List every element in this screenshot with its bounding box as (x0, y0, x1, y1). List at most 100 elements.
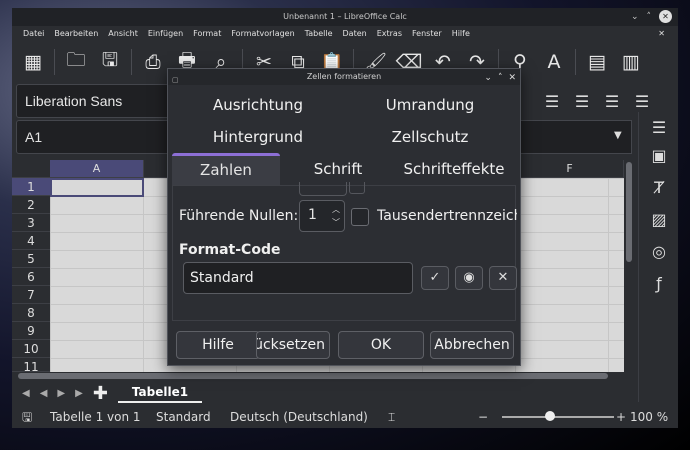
zoom-slider-knob[interactable] (545, 411, 555, 421)
tab-hintergrund[interactable]: Hintergrund (172, 121, 344, 153)
name-box[interactable]: A1 (16, 120, 176, 154)
format-code-input[interactable]: Standard (183, 262, 413, 294)
column-icon[interactable]: ▥ (616, 47, 646, 77)
open-folder-icon[interactable]: 🗀 (61, 47, 91, 77)
menu-format[interactable]: Format (188, 26, 226, 42)
font-name-box[interactable]: Liberation Sans (16, 84, 176, 118)
align-center-icon[interactable]: ☰ (572, 92, 592, 111)
menu-bearbeiten[interactable]: Bearbeiten (49, 26, 103, 42)
tab-schrifteffekte[interactable]: Schrifteffekte (392, 153, 516, 185)
vertical-scrollbar[interactable] (624, 160, 634, 372)
row-header[interactable]: 10 (12, 340, 50, 358)
first-sheet-icon[interactable]: ◀ (22, 388, 30, 399)
row-header[interactable]: 2 (12, 196, 50, 214)
menu-hilfe[interactable]: Hilfe (447, 26, 475, 42)
pdf-export-icon[interactable]: ⎙ (138, 47, 168, 77)
close-icon[interactable]: ✕ (508, 70, 516, 86)
numbers-tab-panel: Führende Nullen: 1 ︿ ﹀ Tausendertrennzei… (172, 182, 517, 321)
scroll-thumb[interactable] (626, 162, 632, 262)
row-header[interactable]: 7 (12, 286, 50, 304)
row-header[interactable]: 8 (12, 304, 50, 322)
menu-ansicht[interactable]: Ansicht (103, 26, 143, 42)
zoom-level[interactable]: 100 % (630, 406, 668, 428)
accept-checkmark-icon[interactable]: ✓ (421, 266, 449, 290)
maximize-icon[interactable]: ˄ (498, 70, 503, 86)
menu-daten[interactable]: Daten (338, 26, 372, 42)
tab-schrift[interactable]: Schrift (284, 153, 392, 185)
styles-icon[interactable]: Ⱦ (649, 178, 669, 197)
menu-datei[interactable]: Datei (18, 26, 49, 42)
menu-tabelle[interactable]: Tabelle (300, 26, 338, 42)
tab-ausrichtung[interactable]: Ausrichtung (172, 89, 344, 121)
menu-extras[interactable]: Extras (372, 26, 407, 42)
ok-button[interactable]: OK (338, 331, 424, 359)
prev-sheet-icon[interactable]: ◀ (40, 388, 48, 399)
leading-zeros-value[interactable]: 1 (308, 207, 317, 223)
column-header[interactable]: A (50, 160, 144, 178)
row-header[interactable]: 5 (12, 250, 50, 268)
delete-format-icon[interactable]: ✕ (489, 266, 517, 290)
next-sheet-icon[interactable]: ▶ (57, 388, 65, 399)
sheet-tab[interactable]: Tabelle1 (117, 383, 203, 403)
menu-bar: Datei Bearbeiten Ansicht Einfügen Format… (12, 26, 678, 42)
spelling-icon[interactable]: A (539, 47, 569, 77)
scroll-thumb[interactable] (18, 373, 608, 379)
thousands-separator-label[interactable]: Tausendertrennzeichen (377, 208, 517, 224)
help-button[interactable]: Hilfe (176, 331, 260, 359)
minimize-icon[interactable]: ⌄ (484, 70, 492, 86)
expand-formula-icon[interactable]: ▼ (614, 130, 622, 141)
alignment-toolbar: ☰ ☰ ☰ ☰ (542, 84, 652, 118)
row-header[interactable]: 11 (12, 358, 50, 372)
preview-eye-icon[interactable]: ◉ (455, 266, 483, 290)
tab-zellschutz[interactable]: Zellschutz (344, 121, 516, 153)
tab-row: Ausrichtung Umrandung (172, 89, 516, 121)
table-icon[interactable]: ▦ (18, 47, 48, 77)
align-right-icon[interactable]: ☰ (602, 92, 622, 111)
maximize-icon[interactable]: ˄ (647, 10, 652, 24)
selection-mode-icon[interactable]: ⌶ (388, 406, 395, 428)
zoom-out-icon[interactable]: − (478, 406, 488, 428)
reset-button[interactable]: Zurücksetzen (256, 331, 330, 359)
tab-umrandung[interactable]: Umrandung (344, 89, 516, 121)
save-icon[interactable]: 🖫 (95, 47, 125, 77)
gallery-icon[interactable]: ▨ (649, 210, 669, 229)
cancel-button[interactable]: Abbrechen (430, 331, 514, 359)
tab-row: Schrift Schrifteffekte (172, 153, 516, 185)
leading-zeros-spinner[interactable]: 1 ︿ ﹀ (299, 200, 345, 232)
menu-einfuegen[interactable]: Einfügen (143, 26, 188, 42)
page-style[interactable]: Standard (156, 406, 211, 428)
align-left-icon[interactable]: ☰ (542, 92, 562, 111)
thousands-separator-checkbox[interactable] (351, 208, 369, 226)
row-header[interactable]: 1 (12, 178, 50, 196)
row-header[interactable]: 6 (12, 268, 50, 286)
decimal-places-spinner[interactable] (299, 182, 347, 196)
horizontal-scrollbar[interactable] (18, 372, 624, 380)
close-icon[interactable]: ✕ (659, 10, 672, 23)
minimize-icon[interactable]: ⌄ (631, 10, 639, 24)
row-header[interactable]: 4 (12, 232, 50, 250)
spin-down-icon[interactable]: ﹀ (332, 217, 340, 228)
functions-icon[interactable]: ƒ (649, 274, 669, 293)
spin-up-icon[interactable]: ︿ (332, 204, 340, 215)
close-document-icon[interactable]: ✕ (653, 26, 670, 42)
tab-row: Hintergrund Zellschutz (172, 121, 516, 153)
menu-formatvorlagen[interactable]: Formatvorlagen (226, 26, 299, 42)
last-sheet-icon[interactable]: ▶ (75, 388, 83, 399)
zoom-slider[interactable] (502, 416, 614, 418)
negative-red-checkbox[interactable] (349, 182, 365, 194)
navigator-icon[interactable]: ◎ (649, 242, 669, 261)
corner-cell[interactable] (12, 160, 50, 178)
row-header[interactable]: 3 (12, 214, 50, 232)
window-controls: ⌄ ˄ ✕ (631, 10, 672, 24)
menu-fenster[interactable]: Fenster (407, 26, 447, 42)
add-sheet-icon[interactable]: ✚ (93, 383, 108, 404)
language[interactable]: Deutsch (Deutschland) (230, 406, 368, 428)
justify-icon[interactable]: ☰ (632, 92, 652, 111)
menu-icon[interactable]: ☰ (649, 118, 669, 137)
properties-icon[interactable]: ▣ (649, 146, 669, 165)
row-icon[interactable]: ▤ (582, 47, 612, 77)
zoom-in-icon[interactable]: + (616, 406, 626, 428)
column-header[interactable]: F (516, 160, 624, 178)
active-cell-a1[interactable] (50, 178, 144, 197)
row-header[interactable]: 9 (12, 322, 50, 340)
